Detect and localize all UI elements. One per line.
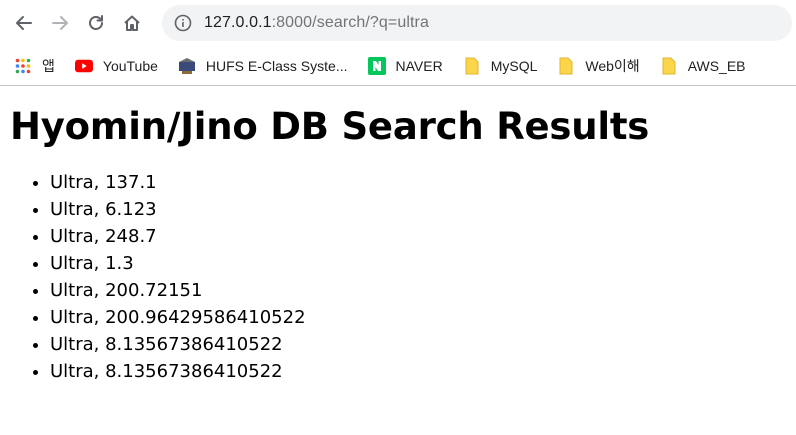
bookmark-youtube[interactable]: YouTube [74,57,158,75]
bookmark-naver[interactable]: NAVER [367,56,443,75]
reload-button[interactable] [80,7,112,39]
bookmark-hufs[interactable]: HUFS E-Class Syste... [178,57,348,75]
bookmark-apps[interactable]: 앱 [14,56,55,76]
reload-icon [89,15,103,30]
result-item: Ultra, 6.123 [50,196,786,223]
bookmark-mysql[interactable]: MySQL [463,57,538,75]
home-button[interactable] [116,7,148,39]
results-list: Ultra, 137.1 Ultra, 6.123 Ultra, 248.7 U… [10,169,786,385]
result-item: Ultra, 200.96429586410522 [50,304,786,331]
url-host: 127.0.0.1 [204,14,272,31]
url-text[interactable]: 127.0.0.1:8000/search/?q=ultra [204,14,429,32]
naver-icon [367,56,386,75]
result-item: Ultra, 1.3 [50,250,786,277]
bookmark-label: Web이해 [585,57,640,74]
folder-icon [463,57,481,75]
home-icon [124,15,140,31]
result-item: Ultra, 8.13567386410522 [50,358,786,385]
bookmark-label: 앱 [42,57,55,74]
back-button[interactable] [8,7,40,39]
result-item: Ultra, 137.1 [50,169,786,196]
youtube-icon [74,57,93,75]
bookmark-web[interactable]: Web이해 [557,56,640,76]
url-path: :8000/search/?q=ultra [271,14,429,31]
page-content: Hyomin/Jino DB Search Results Ultra, 137… [0,105,796,385]
bookmark-aws-eb[interactable]: AWS_EB [660,57,746,75]
forward-button[interactable] [44,7,76,39]
folder-icon [660,57,678,75]
bookmark-label: AWS_EB [687,57,746,74]
arrow-right-icon [52,16,68,30]
apps-grid-icon [14,57,32,75]
bookmark-label: MySQL [490,57,538,74]
info-icon[interactable] [174,14,192,32]
bookmark-label: NAVER [395,57,443,74]
result-item: Ultra, 8.13567386410522 [50,331,786,358]
bookmark-label: YouTube [102,57,158,74]
address-bar[interactable]: 127.0.0.1:8000/search/?q=ultra [162,5,792,41]
result-item: Ultra, 248.7 [50,223,786,250]
browser-toolbar: 127.0.0.1:8000/search/?q=ultra [0,0,796,46]
page-title: Hyomin/Jino DB Search Results [10,105,650,148]
result-item: Ultra, 200.72151 [50,277,786,304]
bookmark-label: HUFS E-Class Syste... [205,57,348,74]
hufs-icon [178,57,196,75]
bookmarks-bar: 앱 YouTube HUFS E-Class Syste... NAVER My… [0,46,796,86]
arrow-left-icon [16,16,32,30]
folder-icon [557,57,575,75]
